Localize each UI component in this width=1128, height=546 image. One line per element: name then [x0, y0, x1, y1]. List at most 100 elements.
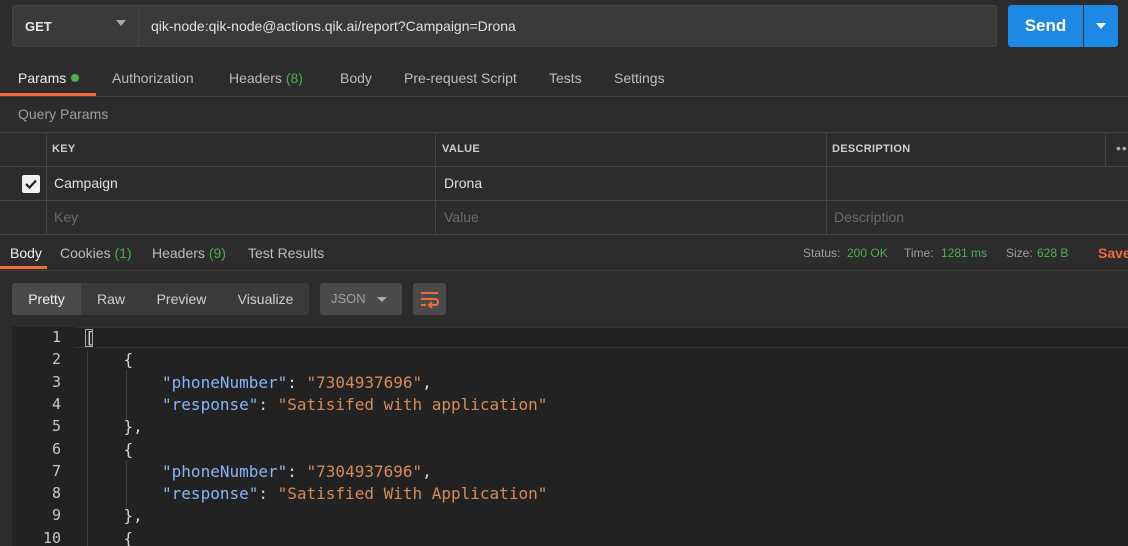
line-number: 3	[51, 372, 61, 391]
table-column-divider	[1105, 132, 1106, 166]
tab-settings[interactable]: Settings	[614, 70, 665, 86]
json-colon: :	[287, 372, 307, 392]
size-value[interactable]: 628 B	[1037, 246, 1068, 260]
view-visualize-button[interactable]: Visualize	[222, 283, 309, 315]
indent-guide	[125, 459, 127, 509]
table-column-divider	[46, 132, 47, 235]
code-line: },	[124, 506, 143, 525]
wrap-lines-icon	[421, 292, 439, 309]
json-punctuation: },	[123, 417, 143, 437]
new-key-input[interactable]: Key	[54, 209, 78, 225]
tab-authorization[interactable]: Authorization	[112, 70, 194, 86]
response-body-editor[interactable]: 1 2 3 4 5 6 7 8 9 10 [{"phoneNumber": "7304937696…	[12, 327, 1128, 546]
json-colon: :	[287, 461, 307, 481]
status-label: Status:	[803, 246, 841, 260]
headers-count: (8)	[285, 70, 303, 86]
line-number: 9	[51, 506, 61, 525]
json-key: "phoneNumber"	[162, 372, 288, 392]
json-key: "phoneNumber"	[162, 461, 288, 481]
tab-tests[interactable]: Tests	[549, 70, 582, 86]
json-colon: :	[258, 394, 278, 414]
params-active-dot-icon	[71, 74, 79, 82]
chevron-down-icon	[377, 297, 387, 302]
divider	[0, 270, 1128, 271]
json-punctuation: {	[123, 350, 134, 370]
json-trailing-comma: ,	[422, 372, 432, 392]
new-description-input[interactable]: Description	[834, 209, 904, 225]
divider	[0, 96, 1128, 97]
line-number: 7	[51, 461, 61, 480]
json-punctuation: {	[123, 439, 134, 459]
status-value[interactable]: 200 OK	[847, 246, 888, 260]
line-number: 4	[51, 394, 61, 413]
save-response-button[interactable]: Save	[1098, 245, 1128, 261]
column-header-key: KEY	[52, 143, 76, 155]
tab-response-headers[interactable]: Headers (9)	[152, 245, 226, 261]
view-mode-group: Pretty Raw Preview Visualize	[12, 283, 309, 315]
column-header-description: DESCRIPTION	[832, 143, 911, 155]
chevron-down-icon	[116, 20, 126, 26]
time-label: Time:	[904, 246, 934, 260]
json-key: "response"	[162, 394, 259, 414]
view-pretty-button[interactable]: Pretty	[12, 283, 81, 315]
new-value-input[interactable]: Value	[444, 209, 479, 225]
code-line: {	[124, 440, 134, 459]
active-tab-indicator	[0, 266, 47, 269]
tab-cookies[interactable]: Cookies (1)	[60, 245, 132, 261]
json-value: "Satisifed with application"	[277, 394, 548, 414]
line-number: 1	[51, 328, 61, 346]
tab-headers-label: Headers	[229, 70, 282, 86]
code-line: "phoneNumber": "7304937696",	[162, 462, 432, 481]
send-options-button[interactable]	[1084, 5, 1118, 47]
indent-guide	[125, 370, 127, 420]
method-label: GET	[25, 19, 52, 34]
json-value: "Satisfied With Application"	[277, 484, 548, 504]
table-border	[0, 234, 1128, 235]
checkmark-icon	[25, 179, 37, 190]
param-enabled-checkbox[interactable]	[22, 175, 40, 193]
active-line-highlight	[74, 327, 1128, 348]
table-border	[0, 132, 1128, 133]
param-key-cell[interactable]: Campaign	[54, 175, 118, 191]
tab-body[interactable]: Body	[340, 70, 372, 86]
line-number: 8	[51, 484, 61, 503]
code-line: },	[124, 417, 143, 436]
code-line: "response": "Satisifed with application"	[162, 395, 547, 414]
tab-headers[interactable]: Headers (8)	[229, 70, 303, 86]
tab-cookies-label: Cookies	[60, 245, 111, 261]
time-value[interactable]: 1281 ms	[941, 246, 987, 260]
tab-test-results[interactable]: Test Results	[248, 245, 324, 261]
response-headers-count: (9)	[208, 245, 226, 261]
url-input[interactable]: qik-node:qik-node@actions.qik.ai/report?…	[138, 5, 997, 47]
tab-params[interactable]: Params	[18, 70, 66, 86]
tab-prerequest-script[interactable]: Pre-request Script	[404, 70, 517, 86]
line-number-gutter: 1 2 3 4 5 6 7 8 9 10	[12, 327, 74, 546]
indent-guide	[87, 350, 88, 546]
more-options-icon[interactable]: •••	[1116, 140, 1128, 156]
view-preview-button[interactable]: Preview	[141, 283, 222, 315]
send-button[interactable]: Send	[1008, 5, 1083, 47]
table-border	[0, 200, 1128, 201]
view-raw-button[interactable]: Raw	[81, 283, 141, 315]
wrap-lines-button[interactable]	[413, 283, 446, 315]
chevron-down-icon	[1096, 23, 1106, 29]
line-number: 2	[51, 350, 61, 369]
code-line: "phoneNumber": "7304937696",	[162, 373, 432, 392]
code-line: {	[124, 529, 134, 546]
table-column-divider	[435, 132, 436, 235]
param-value-cell[interactable]: Drona	[444, 175, 482, 191]
cookies-count: (1)	[114, 245, 132, 261]
json-value: "7304937696"	[306, 461, 423, 481]
json-key: "response"	[162, 484, 259, 504]
url-text: qik-node:qik-node@actions.qik.ai/report?…	[151, 18, 516, 34]
query-params-title: Query Params	[18, 106, 109, 122]
size-label: Size:	[1006, 246, 1033, 260]
code-line: "response": "Satisfied With Application"	[162, 484, 547, 503]
tab-response-body[interactable]: Body	[10, 245, 42, 261]
line-number: 6	[51, 439, 61, 458]
table-border	[0, 166, 1128, 167]
language-select[interactable]: JSON	[320, 283, 402, 315]
method-select[interactable]: GET	[12, 5, 138, 47]
json-punctuation: },	[123, 506, 143, 526]
column-header-value: VALUE	[442, 143, 480, 155]
